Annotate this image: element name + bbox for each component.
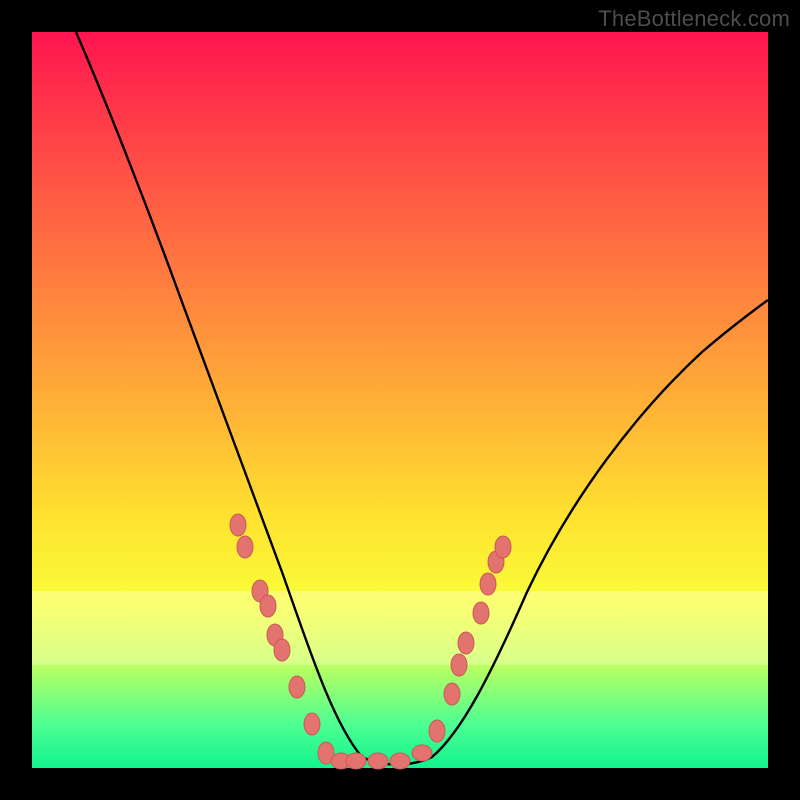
data-marker [237, 536, 253, 558]
watermark-text: TheBottleneck.com [598, 6, 790, 32]
chart-frame: TheBottleneck.com [0, 0, 800, 800]
data-marker [412, 745, 432, 761]
data-marker [346, 753, 366, 769]
data-marker [368, 753, 388, 769]
data-marker [444, 683, 460, 705]
data-marker [451, 654, 467, 676]
data-marker [480, 573, 496, 595]
data-marker [289, 676, 305, 698]
bottleneck-curve [76, 32, 768, 765]
curve-layer [32, 32, 768, 768]
data-marker [230, 514, 246, 536]
data-marker [458, 632, 474, 654]
marker-group [230, 514, 511, 769]
data-marker [274, 639, 290, 661]
data-marker [495, 536, 511, 558]
data-marker [390, 753, 410, 769]
data-marker [304, 713, 320, 735]
data-marker [473, 602, 489, 624]
data-marker [260, 595, 276, 617]
plot-area [32, 32, 768, 768]
data-marker [429, 720, 445, 742]
